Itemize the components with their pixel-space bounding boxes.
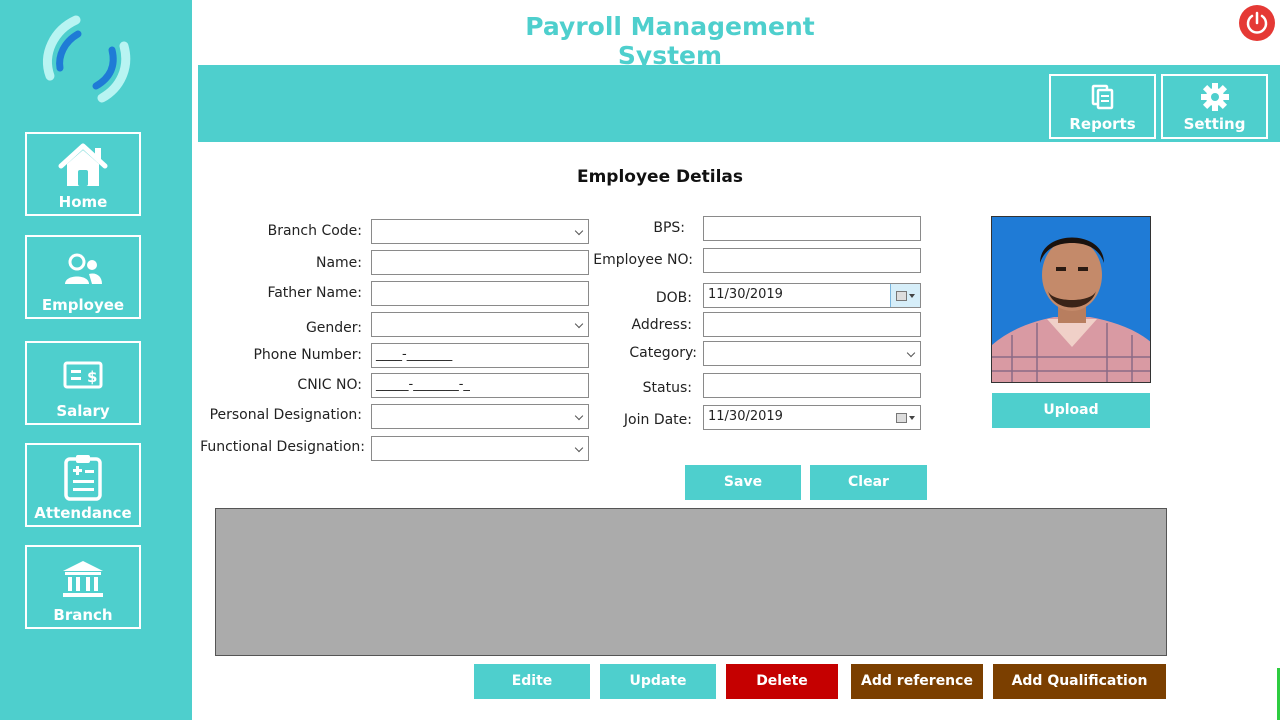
section-title: Employee Detilas	[576, 167, 744, 187]
sidebar-item-attendance[interactable]: Attendance	[25, 443, 141, 527]
calendar-dropdown-button[interactable]	[890, 406, 920, 429]
setting-label: Setting	[1183, 115, 1246, 133]
gender-label: Gender:	[305, 320, 362, 336]
functional-designation-label: Functional Designation:	[200, 439, 365, 455]
app-title: Payroll Management System	[525, 12, 815, 70]
cnic-label: CNIC NO:	[297, 377, 362, 393]
home-icon	[27, 140, 139, 192]
join-date-value: 11/30/2019	[708, 409, 783, 424]
calendar-icon	[895, 412, 907, 423]
gender-select[interactable]	[371, 312, 589, 337]
reports-label: Reports	[1069, 115, 1136, 133]
reports-button[interactable]: Reports	[1049, 74, 1156, 139]
clipboard-icon	[27, 451, 139, 503]
functional-designation-select[interactable]	[371, 436, 589, 461]
category-select[interactable]	[703, 341, 921, 366]
reports-icon	[1051, 82, 1154, 112]
address-label: Address:	[631, 317, 692, 333]
father-name-label: Father Name:	[267, 285, 362, 301]
upload-button[interactable]: Upload	[992, 393, 1150, 428]
sidebar-item-label: Branch	[53, 606, 113, 624]
phone-label: Phone Number:	[253, 347, 362, 363]
sidebar-item-label: Salary	[56, 402, 110, 420]
name-label: Name:	[315, 255, 362, 271]
dob-label: DOB:	[655, 290, 692, 306]
dob-datepicker[interactable]: 11/30/2019	[703, 283, 921, 308]
personal-designation-label: Personal Designation:	[209, 407, 362, 423]
category-label: Category:	[629, 345, 697, 361]
app-logo-icon	[36, 12, 136, 104]
chevron-down-icon	[908, 415, 915, 420]
cnic-input[interactable]: _____-_______-_	[371, 373, 589, 398]
personal-designation-select[interactable]	[371, 404, 589, 429]
sidebar-item-label: Home	[58, 193, 108, 211]
employee-data-grid[interactable]	[215, 508, 1167, 656]
employee-no-label: Employee NO:	[593, 252, 693, 268]
join-date-label: Join Date:	[623, 412, 692, 428]
father-name-input[interactable]	[371, 281, 589, 306]
top-toolbar: Reports Setting	[198, 65, 1280, 142]
status-input[interactable]	[703, 373, 921, 398]
status-label: Status:	[642, 380, 692, 396]
edite-button[interactable]: Edite	[474, 664, 590, 699]
bps-input[interactable]	[703, 216, 921, 241]
dob-value: 11/30/2019	[708, 287, 783, 302]
sidebar-item-home[interactable]: Home	[25, 132, 141, 216]
address-input[interactable]	[703, 312, 921, 337]
name-input[interactable]	[371, 250, 589, 275]
bank-icon	[27, 553, 139, 605]
gear-icon	[1163, 82, 1266, 112]
save-button[interactable]: Save	[685, 465, 801, 500]
money-icon: $	[27, 349, 139, 401]
chevron-down-icon	[909, 293, 915, 298]
sidebar-item-salary[interactable]: $ Salary	[25, 341, 141, 425]
employee-photo	[991, 216, 1151, 383]
phone-input[interactable]: ____-_______	[371, 343, 589, 368]
bps-label: BPS:	[653, 220, 685, 236]
update-button[interactable]: Update	[600, 664, 716, 699]
sidebar-item-branch[interactable]: Branch	[25, 545, 141, 629]
add-reference-button[interactable]: Add reference	[851, 664, 983, 699]
users-icon	[27, 243, 139, 295]
sidebar-item-employee[interactable]: Employee	[25, 235, 141, 319]
branch-code-select[interactable]	[371, 219, 589, 244]
employee-no-input[interactable]	[703, 248, 921, 273]
sidebar: Home Employee $ Salary Attendance Branch	[0, 0, 192, 720]
branch-code-label: Branch Code:	[267, 223, 362, 239]
join-date-datepicker[interactable]: 11/30/2019	[703, 405, 921, 430]
clear-button[interactable]: Clear	[810, 465, 927, 500]
svg-text:$: $	[87, 368, 97, 386]
calendar-dropdown-button[interactable]	[890, 284, 920, 307]
sidebar-item-label: Employee	[41, 296, 125, 314]
power-button[interactable]	[1239, 5, 1275, 41]
setting-button[interactable]: Setting	[1161, 74, 1268, 139]
add-qualification-button[interactable]: Add Qualification	[993, 664, 1166, 699]
delete-button[interactable]: Delete	[726, 664, 838, 699]
calendar-icon	[896, 290, 907, 301]
sidebar-item-label: Attendance	[34, 504, 132, 522]
power-icon	[1246, 11, 1268, 34]
